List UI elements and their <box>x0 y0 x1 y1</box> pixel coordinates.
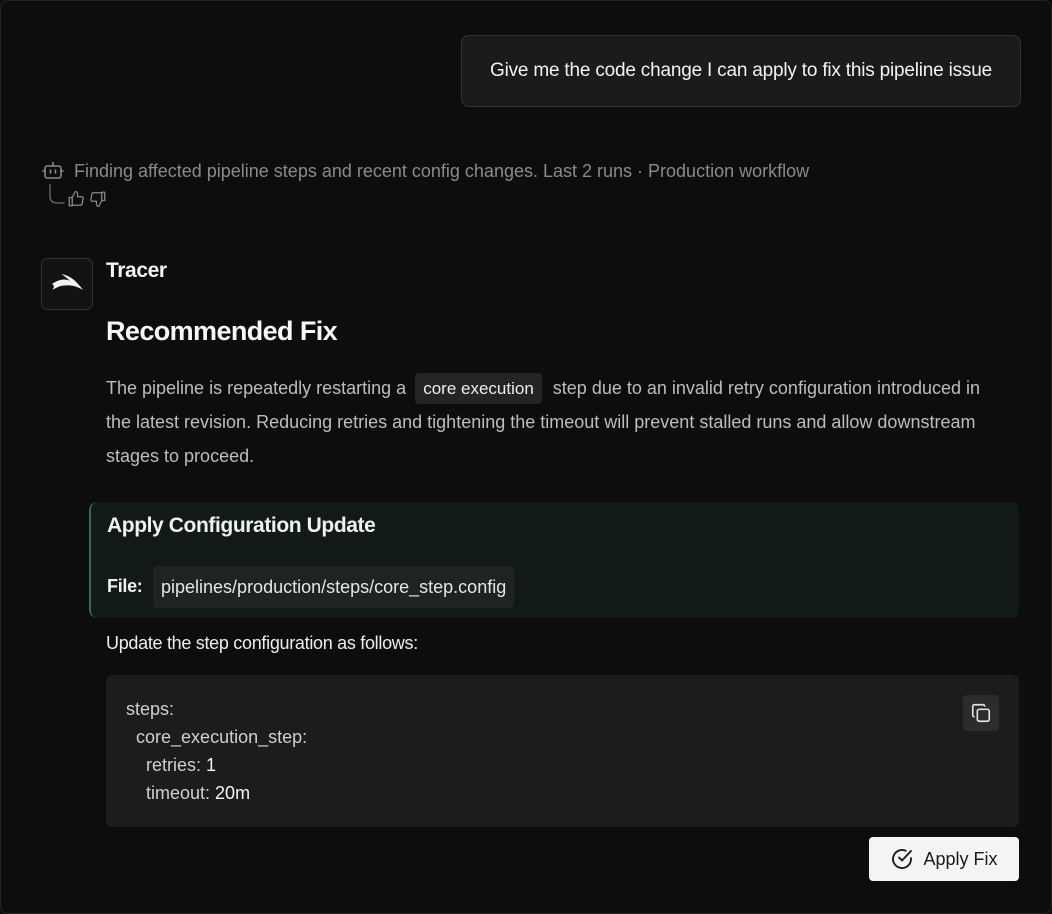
code-key: retries: <box>146 755 207 775</box>
thumbs-up-icon[interactable] <box>67 190 85 208</box>
tracer-logo-icon <box>52 274 83 290</box>
paragraph-text-before: The pipeline is repeatedly restarting a <box>106 378 407 398</box>
code-line: steps: <box>126 699 175 719</box>
instruction-text: Update the step configuration as follows… <box>106 633 418 653</box>
user-message-text: Give me the code change I can apply to f… <box>490 60 992 81</box>
check-circle-icon <box>892 849 913 869</box>
code-block: steps: core_execution_step: retries: 1 t… <box>106 675 1019 827</box>
config-update-card: Apply Configuration Update File: pipelin… <box>89 502 1019 618</box>
config-card-title: Apply Configuration Update <box>107 514 376 537</box>
file-path: pipelines/production/steps/core_step.con… <box>153 566 515 608</box>
response-paragraph: The pipeline is repeatedly restarting a … <box>106 371 986 473</box>
thumbs-down-icon[interactable] <box>89 190 107 208</box>
copy-icon <box>971 703 991 723</box>
code-content: steps: core_execution_step: retries: 1 t… <box>126 695 307 807</box>
code-key: timeout: <box>146 783 216 803</box>
status-row: Finding affected pipeline steps and rece… <box>41 159 809 183</box>
apply-fix-label: Apply Fix <box>923 848 998 869</box>
code-value: 1 <box>206 755 217 775</box>
thread-connector-icon <box>49 184 65 204</box>
apply-fix-button[interactable]: Apply Fix <box>869 837 1019 881</box>
feedback-row <box>47 184 111 208</box>
chat-window: Give me the code change I can apply to f… <box>0 0 1052 914</box>
robot-icon <box>42 161 64 179</box>
status-text: Finding affected pipeline steps and rece… <box>74 160 810 181</box>
code-value: 20m <box>215 783 251 803</box>
inline-code: core execution <box>415 373 542 404</box>
response-heading: Recommended Fix <box>106 316 338 346</box>
code-line: core_execution_step: <box>136 727 308 747</box>
agent-name: Tracer <box>106 259 167 282</box>
user-message-bubble: Give me the code change I can apply to f… <box>461 35 1021 107</box>
copy-code-button[interactable] <box>963 695 999 731</box>
agent-avatar <box>41 258 93 310</box>
file-label: File: <box>107 576 143 596</box>
